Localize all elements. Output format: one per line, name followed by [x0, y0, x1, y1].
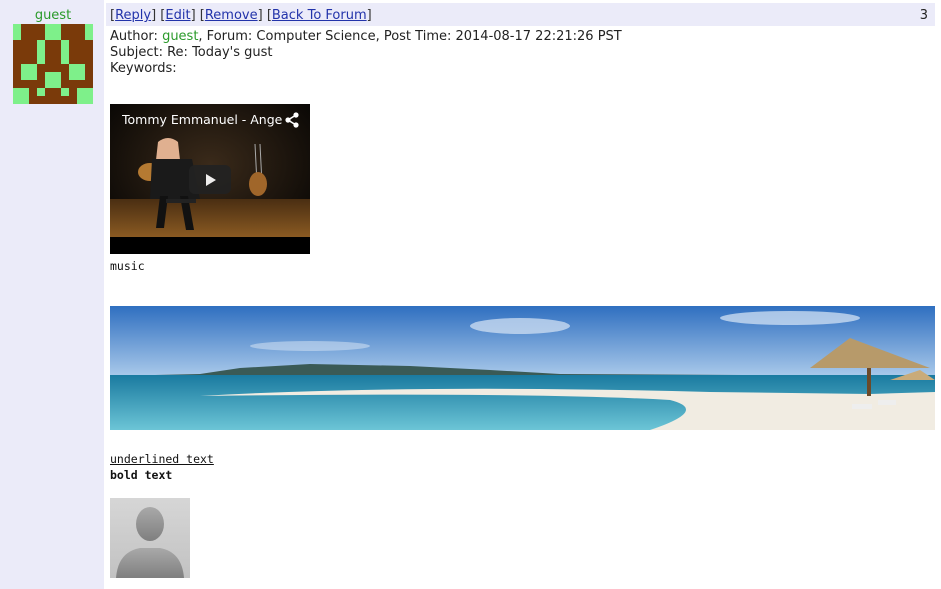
default-profile-image — [110, 498, 190, 578]
post-action-bar: [Reply] [Edit] [Remove] [Back To Forum] … — [106, 3, 935, 26]
reply-link[interactable]: Reply — [115, 8, 151, 23]
post-actions: [Reply] [Edit] [Remove] [Back To Forum] — [110, 8, 372, 23]
edit-link[interactable]: Edit — [165, 8, 190, 23]
post-number: 3 — [919, 8, 928, 23]
underlined-text: underlined text — [110, 452, 214, 466]
post-meta: Author: guest, Forum: Computer Science, … — [110, 29, 622, 77]
remove-link[interactable]: Remove — [205, 8, 258, 23]
music-caption: music — [110, 259, 145, 273]
beach-image — [110, 306, 935, 430]
play-icon[interactable] — [189, 165, 231, 194]
bold-text: bold text — [110, 468, 173, 482]
forum-info: , Forum: Computer Science, Post Time: 20… — [198, 29, 622, 44]
username[interactable]: guest — [0, 8, 106, 23]
avatar — [13, 24, 93, 104]
author-name[interactable]: guest — [162, 29, 198, 44]
keywords-line: Keywords: — [110, 61, 177, 76]
back-to-forum-link[interactable]: Back To Forum — [272, 8, 367, 23]
subject-line: Subject: Re: Today's gust — [110, 45, 273, 60]
author-line: Author: guest, Forum: Computer Science, … — [110, 29, 622, 45]
video-embed[interactable]: Tommy Emmanuel - Angel — [110, 104, 310, 254]
share-icon[interactable] — [284, 112, 300, 128]
author-label: Author: — [110, 29, 163, 44]
video-title[interactable]: Tommy Emmanuel - Angel — [122, 112, 282, 127]
sidebar: guest — [0, 0, 104, 589]
